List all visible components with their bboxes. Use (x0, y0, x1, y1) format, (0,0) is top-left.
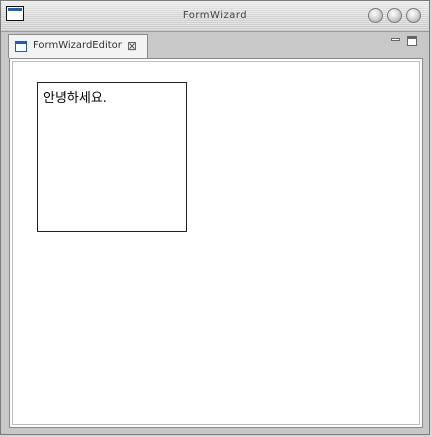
title-bar[interactable]: FormWizard (1, 1, 429, 32)
close-window-button[interactable] (406, 8, 421, 23)
maximize-window-button[interactable] (387, 8, 402, 23)
close-icon[interactable]: ⊠ (125, 39, 139, 53)
formwizard-window: FormWizard FormWizardEditor ⊠ 안녕하세요. (0, 0, 430, 435)
label-widget[interactable]: 안녕하세요. (37, 82, 187, 232)
minimize-window-button[interactable] (368, 8, 383, 23)
editor-icon (15, 41, 27, 52)
editor-tab-bar: FormWizardEditor ⊠ (7, 32, 421, 58)
label-text: 안녕하세요. (43, 91, 107, 106)
window-title: FormWizard (182, 10, 248, 21)
maximize-icon[interactable] (407, 36, 417, 46)
tab-formwizardeditor[interactable]: FormWizardEditor ⊠ (8, 34, 148, 58)
editor-content-area: 안녕하세요. (9, 58, 423, 428)
tab-label: FormWizardEditor (33, 40, 122, 51)
form-canvas[interactable]: 안녕하세요. (12, 61, 420, 425)
minimize-icon[interactable] (391, 38, 400, 41)
